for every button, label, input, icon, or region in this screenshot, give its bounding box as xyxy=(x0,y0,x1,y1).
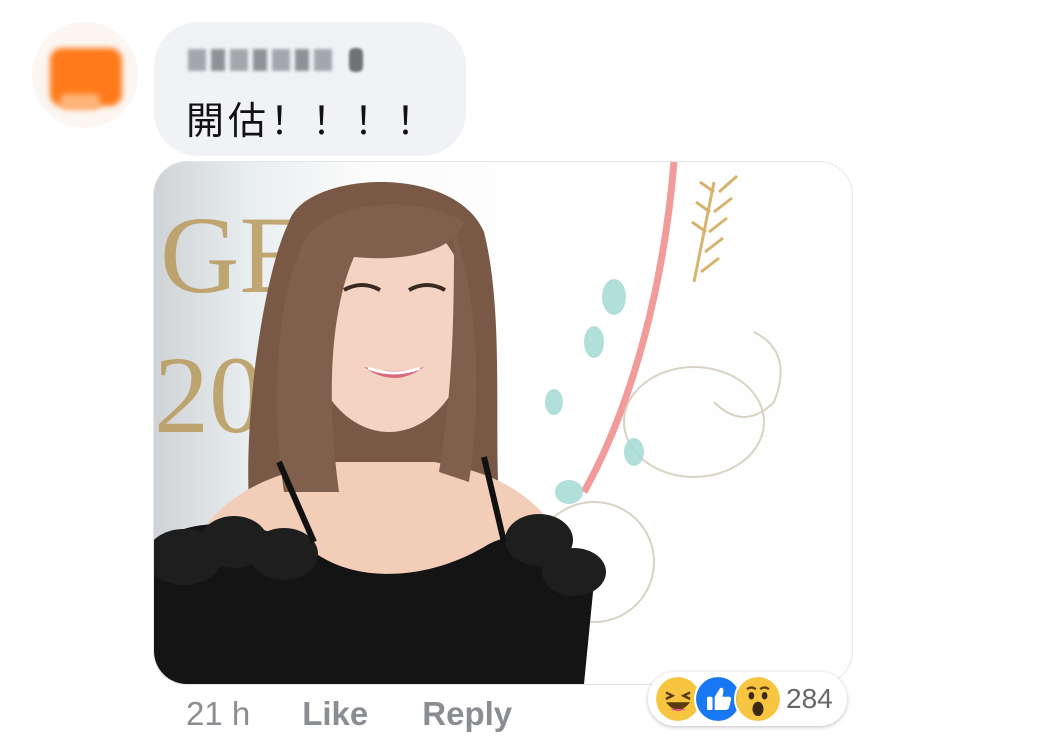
redacted-block xyxy=(314,49,332,71)
reactions-summary[interactable]: 284 xyxy=(648,672,847,726)
reaction-count: 284 xyxy=(786,683,833,714)
comment-photo[interactable]: GE 20 xyxy=(153,161,853,685)
avatar-image-detail xyxy=(60,94,100,110)
redacted-block xyxy=(295,49,309,71)
backdrop-leaves xyxy=(691,174,738,283)
redacted-block xyxy=(272,49,290,71)
wow-icon xyxy=(734,675,782,723)
redacted-block xyxy=(253,49,267,71)
like-button[interactable]: Like xyxy=(302,695,368,733)
photo-illustration: GE 20 xyxy=(154,162,782,684)
comment-actions: 21 h Like Reply xyxy=(186,692,512,736)
badge-icon xyxy=(349,48,363,72)
comment-text: 開估！！！！ xyxy=(186,99,439,143)
reply-button[interactable]: Reply xyxy=(422,695,512,733)
timestamp[interactable]: 21 h xyxy=(186,695,250,733)
redacted-block xyxy=(188,49,206,71)
avatar[interactable] xyxy=(32,22,138,128)
backdrop-letters-bottom: 20 xyxy=(154,334,264,456)
author-name-redacted[interactable] xyxy=(188,46,363,74)
comment-thread: 開估！！！！ GE 20 21 h Like Reply 284 xyxy=(0,0,1064,743)
comment-bubble: 開估！！！！ xyxy=(154,22,466,156)
redacted-block xyxy=(211,49,225,71)
redacted-block xyxy=(230,49,248,71)
